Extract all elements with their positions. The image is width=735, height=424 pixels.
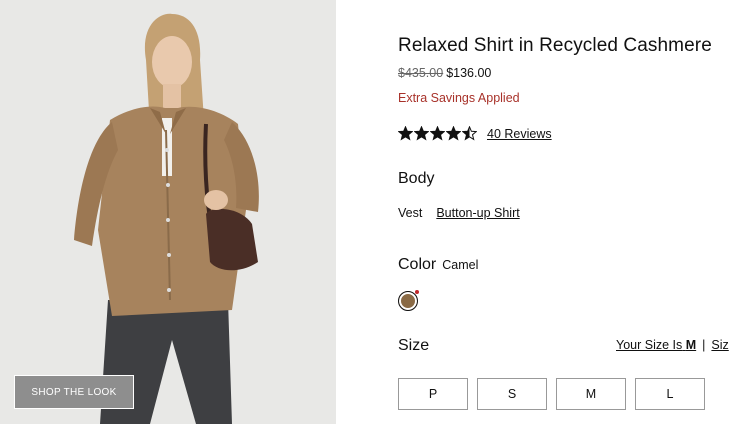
size-option-s[interactable]: S	[477, 378, 547, 410]
size-links: Your Size Is M | Siz	[616, 338, 729, 352]
model-illustration	[74, 13, 259, 424]
size-guide-link[interactable]: Siz	[711, 338, 728, 352]
your-size-link[interactable]: Your Size Is M	[616, 338, 696, 352]
reviews-link[interactable]: 40 Reviews	[487, 127, 552, 141]
savings-note: Extra Savings Applied	[398, 91, 520, 105]
size-option-p[interactable]: P	[398, 378, 468, 410]
selected-indicator-dot	[415, 290, 419, 294]
size-option-l[interactable]: L	[635, 378, 705, 410]
body-option-button-up-shirt[interactable]: Button-up Shirt	[436, 206, 519, 220]
size-option-m[interactable]: M	[556, 378, 626, 410]
color-row: Color Camel	[398, 256, 478, 274]
color-name: Camel	[442, 258, 479, 272]
star-icon	[446, 126, 461, 141]
swatch-circle	[398, 291, 418, 311]
size-label: Size	[398, 337, 430, 354]
body-options: Vest Button-up Shirt	[398, 206, 520, 220]
color-swatch-camel[interactable]	[398, 290, 420, 312]
star-icon	[398, 126, 413, 141]
star-icon	[414, 126, 429, 141]
sale-price: $136.00	[446, 66, 492, 80]
product-title: Relaxed Shirt in Recycled Cashmere	[398, 35, 712, 56]
rating-row: 40 Reviews	[398, 126, 552, 141]
size-link-separator: |	[702, 338, 706, 352]
star-icon	[430, 126, 445, 141]
body-label: Body	[398, 170, 435, 187]
body-option-vest[interactable]: Vest	[398, 206, 422, 220]
size-options: P S M L	[398, 378, 705, 410]
shop-the-look-button[interactable]: SHOP THE LOOK	[14, 375, 134, 409]
product-image[interactable]: SHOP THE LOOK	[0, 0, 336, 424]
color-label: Color	[398, 256, 437, 273]
star-rating	[398, 126, 477, 141]
price-row: $435.00 $136.00	[398, 66, 491, 80]
original-price: $435.00	[398, 66, 444, 80]
star-icon	[462, 126, 477, 141]
